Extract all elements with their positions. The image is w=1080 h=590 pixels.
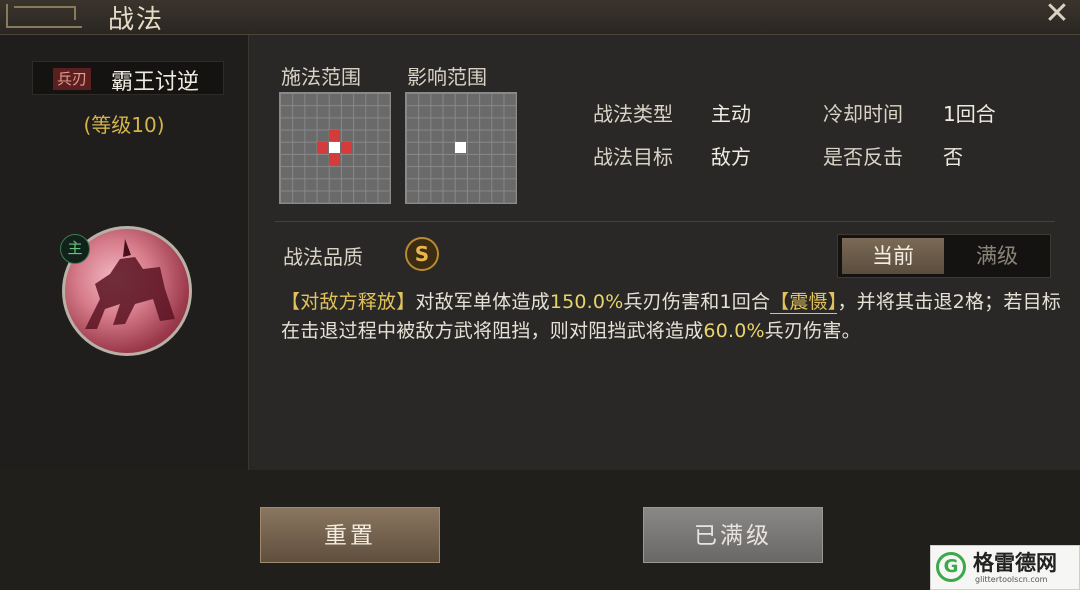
skill-level: (等级10) <box>83 113 165 137</box>
counterattack-value: 否 <box>943 145 963 169</box>
site-watermark: G 格雷德网 glittertoolscn.com <box>930 545 1080 590</box>
skill-type-label: 战法类型 <box>593 102 673 126</box>
desc-text: 兵刃伤害和1回合 <box>623 291 771 313</box>
effect-link[interactable]: 【震慑】 <box>770 291 838 314</box>
desc-text: 对敌军单体造成 <box>415 291 550 313</box>
center-cell <box>455 142 466 153</box>
level-toggle: 当前 满级 <box>837 234 1051 278</box>
skill-name-box: 兵刃 霸王讨逆 <box>32 61 224 95</box>
range-cell <box>317 142 328 153</box>
divider <box>275 221 1055 222</box>
title-bar: 战法 ✕ <box>0 0 1080 35</box>
range-cell <box>329 130 340 141</box>
skill-target-value: 敌方 <box>711 145 751 169</box>
right-panel: 施法范围 影响范围 战法类型 主动 冷却时间 1回合 战法目标 敌方 是否反击 … <box>249 35 1080 470</box>
site-name: 格雷德网 <box>973 551 1057 575</box>
site-logo-icon: G <box>936 552 966 582</box>
site-url: glittertoolscn.com <box>975 575 1048 584</box>
reset-button[interactable]: 重置 <box>260 507 440 563</box>
range-cell <box>341 142 352 153</box>
window-title: 战法 <box>108 5 165 35</box>
skill-description: 【对敌方释放】对敌军单体造成150.0%兵刃伤害和1回合【震慑】，并将其击退2格… <box>281 288 1063 346</box>
block-damage-rate: 60.0% <box>703 320 765 342</box>
max-level-tab[interactable]: 满级 <box>946 238 1048 274</box>
center-cell <box>329 142 340 153</box>
effect-range-grid <box>405 92 517 204</box>
maxed-button[interactable]: 已满级 <box>643 507 823 563</box>
desc-text: 兵刃伤害。 <box>764 320 861 342</box>
effect-range-label: 影响范围 <box>407 65 487 89</box>
cooldown-label: 冷却时间 <box>823 102 903 126</box>
skill-name: 霸王讨逆 <box>111 70 200 95</box>
cast-range-grid <box>279 92 391 204</box>
target-tag: 【对敌方释放】 <box>281 291 416 313</box>
title-ornament <box>6 4 82 28</box>
weapon-type-tag: 兵刃 <box>53 68 92 90</box>
main-skill-badge: 主 <box>60 234 90 264</box>
damage-rate: 150.0% <box>549 291 624 313</box>
quality-grade-badge: S <box>405 237 439 271</box>
counterattack-label: 是否反击 <box>823 145 903 169</box>
cooldown-value: 1回合 <box>943 102 996 126</box>
bottom-bar: 重置 已满级 <box>0 471 1080 590</box>
range-cell <box>329 154 340 165</box>
cast-range-label: 施法范围 <box>281 65 361 89</box>
skill-type-value: 主动 <box>711 102 751 126</box>
quality-label: 战法品质 <box>283 245 363 269</box>
skill-target-label: 战法目标 <box>593 145 673 169</box>
current-level-tab[interactable]: 当前 <box>842 238 944 274</box>
close-icon[interactable]: ✕ <box>1042 0 1072 30</box>
left-panel: 兵刃 霸王讨逆 (等级10) 主 <box>0 35 249 470</box>
